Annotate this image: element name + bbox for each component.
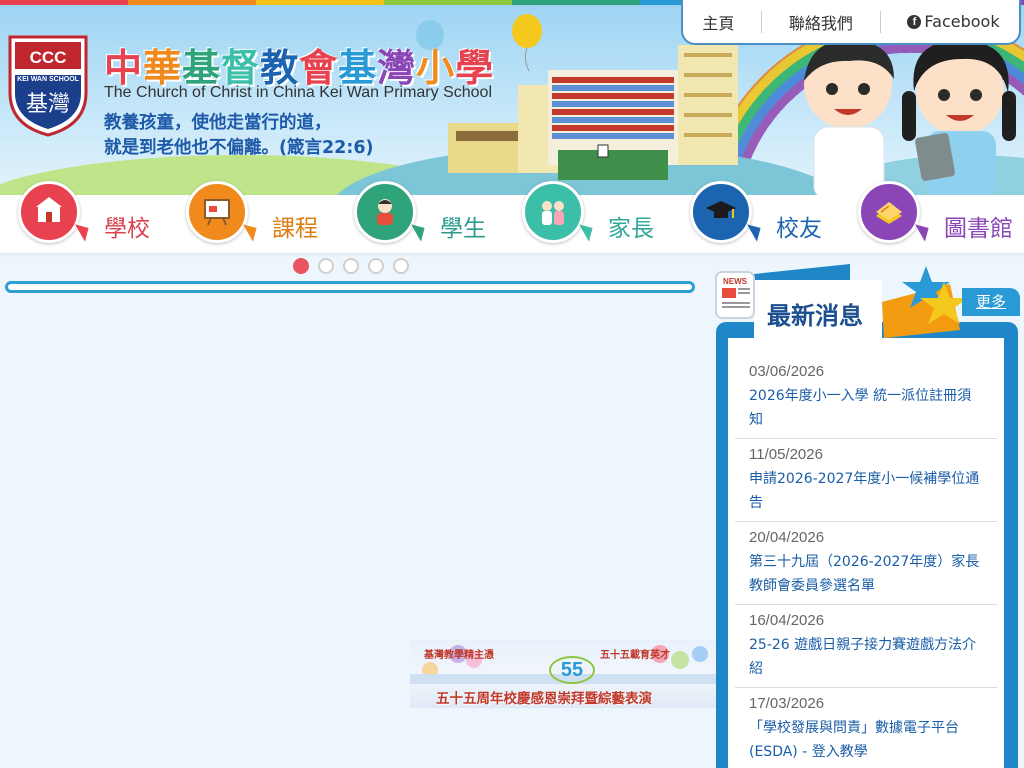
presentation-icon bbox=[204, 199, 230, 226]
news-item: 16/04/2026 25-26 遊戲日親子接力賽遊戲方法介紹 bbox=[735, 605, 997, 688]
anniversary-number: 55 bbox=[561, 659, 583, 681]
balloon-decoration bbox=[416, 20, 444, 50]
motto-line: 教養孩童，使他走當行的道， bbox=[104, 113, 332, 133]
news-item: 20/04/2026 第三十九屆（2026-2027年度）家長教師會委員參選名單 bbox=[735, 522, 997, 605]
news-item: 17/03/2026 「學校發展與問責」數據電子平台(ESDA) - 登入教學 bbox=[735, 688, 997, 768]
graduation-cap-icon bbox=[706, 201, 736, 218]
nav-icon-circle bbox=[354, 181, 416, 243]
divider bbox=[761, 10, 763, 33]
nav-icon-circle bbox=[522, 181, 584, 243]
nav-icon-circle bbox=[858, 181, 920, 243]
school-building-illustration bbox=[448, 45, 738, 180]
news-date: 03/06/2026 bbox=[749, 363, 825, 380]
slider-dot[interactable] bbox=[318, 258, 334, 274]
nav-icon-circle bbox=[18, 181, 80, 243]
school-logo[interactable]: CCC KEI WAN SCHOOL 基灣 bbox=[6, 33, 90, 137]
news-badge-text: NEWS bbox=[723, 277, 748, 286]
news-list: 03/06/2026 2026年度小一入學 統一派位註冊須知 11/05/2026 申… bbox=[735, 356, 997, 768]
nav-label: 學校 bbox=[104, 216, 150, 242]
nav-icon-circle bbox=[186, 181, 248, 243]
anniversary-55-logo: 55 bbox=[549, 656, 595, 684]
student-mascots-illustration bbox=[804, 40, 1016, 195]
news-item: 03/06/2026 2026年度小一入學 統一派位註冊須知 bbox=[735, 356, 997, 439]
nav-item-3[interactable]: 家長 bbox=[504, 181, 672, 253]
news-date: 16/04/2026 bbox=[749, 612, 825, 629]
facebook-link[interactable]: f Facebook bbox=[907, 12, 1000, 31]
news-date: 17/03/2026 bbox=[749, 695, 825, 712]
slider-progress-bar bbox=[5, 281, 695, 293]
news-more-button[interactable]: 更多 bbox=[962, 288, 1020, 316]
school-icon bbox=[36, 197, 62, 222]
slider-dot[interactable] bbox=[368, 258, 384, 274]
nav-label: 校友 bbox=[776, 216, 822, 242]
slider-dot[interactable] bbox=[343, 258, 359, 274]
news-title: 最新消息 bbox=[767, 302, 863, 330]
news-link[interactable]: 「學校發展與問責」數據電子平台(ESDA) - 登入教學 bbox=[749, 716, 983, 764]
book-icon bbox=[876, 202, 902, 224]
slider-pagination bbox=[293, 258, 409, 274]
facebook-label: Facebook bbox=[924, 12, 1000, 31]
news-link[interactable]: 第三十九屆（2026-2027年度）家長教師會委員參選名單 bbox=[749, 550, 983, 598]
nav-label: 圖書館 bbox=[944, 216, 1013, 242]
balloon-decoration bbox=[512, 14, 542, 72]
motto-line: 就是到老他也不偏離。(箴言22:6) bbox=[104, 138, 374, 158]
divider bbox=[879, 10, 881, 33]
news-link[interactable]: 2026年度小一入學 統一派位註冊須知 bbox=[749, 384, 983, 432]
school-name-english: The Church of Christ in China Kei Wan Pr… bbox=[104, 84, 492, 101]
nav-item-4[interactable]: 校友 bbox=[672, 181, 840, 253]
news-link[interactable]: 申請2026-2027年度小一候補學位通告 bbox=[749, 467, 983, 515]
news-item: 11/05/2026 申請2026-2027年度小一候補學位通告 bbox=[735, 439, 997, 522]
student-icon bbox=[377, 199, 393, 225]
slider-dot[interactable] bbox=[293, 258, 309, 274]
contact-us-link[interactable]: 聯絡我們 bbox=[789, 10, 853, 34]
nav-label: 家長 bbox=[608, 216, 654, 242]
nav-item-0[interactable]: 學校 bbox=[0, 181, 168, 253]
nav-item-1[interactable]: 課程 bbox=[168, 181, 336, 253]
slider-dot[interactable] bbox=[393, 258, 409, 274]
parents-icon bbox=[542, 201, 564, 225]
news-date: 11/05/2026 bbox=[749, 446, 823, 463]
main-navigation: 學校 課程 學生 家長 校友 圖書館 bbox=[0, 181, 1024, 253]
banner-title: 五十五周年校慶感恩崇拜暨綜藝表演 bbox=[436, 691, 652, 707]
anniversary-banner[interactable]: 基灣教學精主憑 五十五載育英才 55 五十五周年校慶感恩崇拜暨綜藝表演 bbox=[410, 640, 718, 708]
banner-slogan-left: 基灣教學精主憑 bbox=[424, 650, 494, 661]
nav-label: 課程 bbox=[272, 216, 318, 242]
news-date: 20/04/2026 bbox=[749, 529, 825, 546]
nav-icon-circle bbox=[690, 181, 752, 243]
school-motto: 教養孩童，使他走當行的道， 就是到老他也不偏離。(箴言22:6) bbox=[104, 111, 374, 161]
logo-school-text: KEI WAN SCHOOL bbox=[17, 76, 80, 83]
logo-ccc-text: CCC bbox=[30, 48, 67, 67]
logo-chinese-text: 基灣 bbox=[26, 92, 70, 117]
nav-item-2[interactable]: 學生 bbox=[336, 181, 504, 253]
home-link[interactable]: 主頁 bbox=[702, 10, 734, 34]
nav-label: 學生 bbox=[440, 216, 486, 242]
nav-item-5[interactable]: 圖書館 bbox=[840, 181, 1013, 253]
banner-slogan-right: 五十五載育英才 bbox=[600, 650, 670, 661]
news-panel: NEWS 最新消息 更多 03/06/2026 2026年度小一入學 統一派位註冊… bbox=[714, 262, 1020, 768]
news-link[interactable]: 25-26 遊戲日親子接力賽遊戲方法介紹 bbox=[749, 633, 983, 681]
page: CCC KEI WAN SCHOOL 基灣 中華基督教會基灣小學 The Chu… bbox=[0, 0, 1024, 768]
top-links-bar: 主頁 聯絡我們 f Facebook bbox=[681, 0, 1021, 45]
facebook-icon: f bbox=[907, 14, 922, 29]
